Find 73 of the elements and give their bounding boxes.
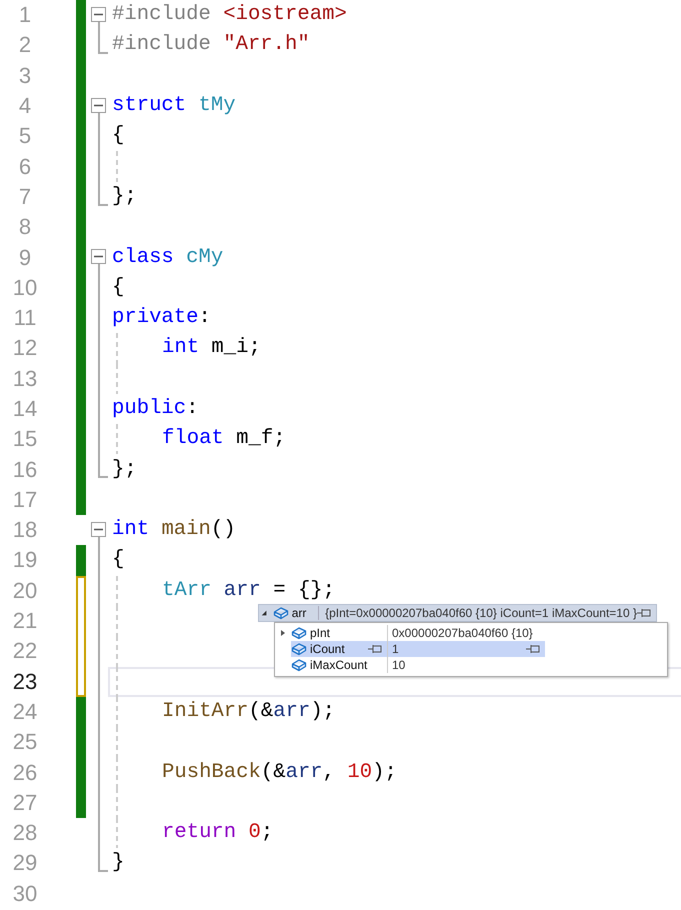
line-number: 7 <box>18 184 32 210</box>
pin-icon[interactable] <box>368 644 384 654</box>
code-line: { <box>112 123 124 150</box>
datatip-header[interactable]: arr {pInt=0x00000207ba040f60 {10} iCount=1 iMaxCount=10 } <box>258 604 657 622</box>
code-line: InitArr(&arr); <box>162 698 336 725</box>
line-number: 8 <box>18 214 32 240</box>
collapse-icon[interactable] <box>91 7 106 22</box>
line-number: 29 <box>12 850 38 876</box>
member-row[interactable]: iMaxCount 10 <box>291 657 545 673</box>
member-name: pInt <box>310 626 332 640</box>
code-line: PushBack(&arr, 10); <box>162 760 397 786</box>
member-value: 1 <box>392 642 400 656</box>
line-number: 22 <box>12 638 38 664</box>
line-number: 15 <box>12 426 38 452</box>
collapse-icon[interactable] <box>91 98 106 113</box>
line-number: 28 <box>12 820 38 846</box>
line-number: 20 <box>12 578 38 604</box>
cube-icon <box>291 658 307 672</box>
code-line: }; <box>112 456 137 483</box>
pin-icon[interactable] <box>637 608 653 618</box>
code-line: private: <box>112 305 211 332</box>
line-number: 10 <box>12 274 38 301</box>
line-number: 4 <box>18 93 32 120</box>
code-line: #include "Arr.h" <box>112 32 310 58</box>
code-line: int main() <box>112 517 236 544</box>
code-line: public: <box>112 396 199 422</box>
line-number: 21 <box>12 608 38 634</box>
line-number: 19 <box>12 547 38 574</box>
variable-name: arr <box>292 606 320 620</box>
expand-arrow-icon[interactable] <box>279 629 287 637</box>
line-number: 11 <box>12 305 38 332</box>
collapse-icon[interactable] <box>91 522 106 538</box>
line-number: 27 <box>12 790 38 816</box>
line-number: 5 <box>18 123 32 150</box>
member-value: 0x00000207ba040f60 {10} <box>392 626 534 640</box>
code-line: return 0; <box>162 820 274 846</box>
code-line: tArr arr = {}; <box>162 578 336 604</box>
line-number: 23 <box>12 668 38 695</box>
variable-value: {pInt=0x00000207ba040f60 {10} iCount=1 iMaxCount=10 } <box>325 606 637 620</box>
cube-icon <box>272 606 289 620</box>
collapse-icon[interactable] <box>91 249 106 264</box>
code-line: }; <box>112 184 137 210</box>
line-number: 13 <box>12 366 38 392</box>
code-line: struct tMy <box>112 93 236 120</box>
line-number: 12 <box>12 335 38 362</box>
code-line: { <box>112 274 124 301</box>
line-number: 16 <box>12 456 38 483</box>
member-name: iMaxCount <box>310 658 368 672</box>
cube-icon <box>291 642 307 656</box>
line-number: 17 <box>12 486 38 513</box>
code-line: #include <iostream> <box>112 2 347 28</box>
line-number: 2 <box>18 32 32 58</box>
code-line: { <box>112 547 124 574</box>
line-number: 9 <box>18 244 32 271</box>
line-number: 30 <box>12 880 38 907</box>
member-row[interactable]: iCount 1 <box>291 641 545 657</box>
line-number: 25 <box>12 729 38 756</box>
line-number: 3 <box>18 62 32 89</box>
line-number: 18 <box>12 517 38 544</box>
code-line: float m_f; <box>162 426 286 452</box>
code-line: class cMy <box>112 244 224 271</box>
code-line: } <box>112 850 124 876</box>
cube-icon <box>291 626 307 640</box>
member-name: iCount <box>310 642 346 656</box>
pin-icon[interactable] <box>526 644 542 654</box>
line-number: 14 <box>12 396 38 422</box>
code-line: int m_i; <box>162 335 261 362</box>
member-value: 10 <box>392 658 406 672</box>
line-number: 26 <box>12 760 38 786</box>
line-number: 6 <box>18 154 32 180</box>
line-number: 24 <box>12 698 38 725</box>
collapse-arrow-icon[interactable] <box>261 608 269 618</box>
line-number: 1 <box>18 2 32 28</box>
